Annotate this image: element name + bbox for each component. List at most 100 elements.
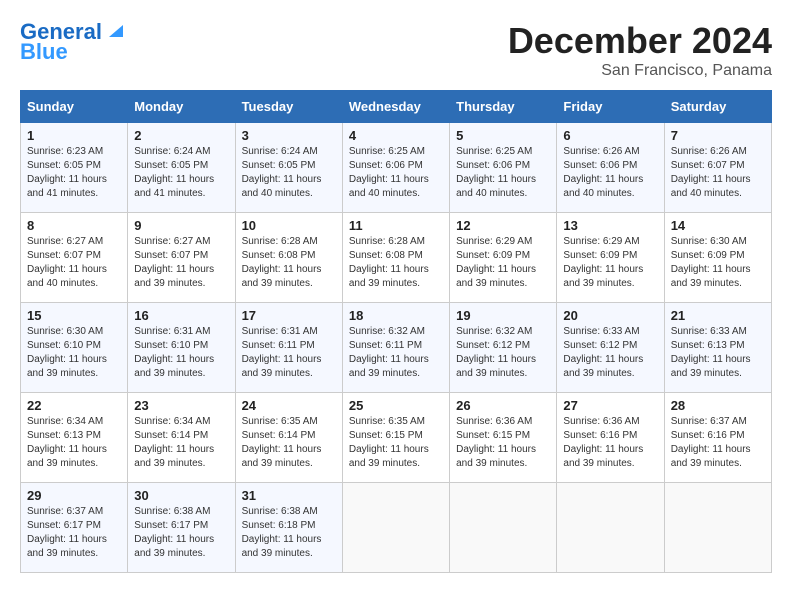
day-info: Sunrise: 6:31 AM Sunset: 6:11 PM Dayligh… bbox=[242, 325, 336, 381]
month-title: December 2024 bbox=[508, 20, 772, 62]
day-cell: 28 Sunrise: 6:37 AM Sunset: 6:16 PM Dayl… bbox=[664, 393, 771, 483]
day-cell bbox=[450, 483, 557, 573]
logo-icon bbox=[105, 19, 127, 41]
day-cell bbox=[557, 483, 664, 573]
day-cell: 26 Sunrise: 6:36 AM Sunset: 6:15 PM Dayl… bbox=[450, 393, 557, 483]
day-number: 8 bbox=[27, 218, 121, 233]
day-info: Sunrise: 6:27 AM Sunset: 6:07 PM Dayligh… bbox=[134, 235, 228, 291]
week-row-3: 15 Sunrise: 6:30 AM Sunset: 6:10 PM Dayl… bbox=[21, 303, 772, 393]
day-cell: 17 Sunrise: 6:31 AM Sunset: 6:11 PM Dayl… bbox=[235, 303, 342, 393]
day-info: Sunrise: 6:29 AM Sunset: 6:09 PM Dayligh… bbox=[563, 235, 657, 291]
day-number: 12 bbox=[456, 218, 550, 233]
day-number: 20 bbox=[563, 308, 657, 323]
day-number: 27 bbox=[563, 398, 657, 413]
day-number: 3 bbox=[242, 128, 336, 143]
location: San Francisco, Panama bbox=[508, 62, 772, 80]
day-number: 6 bbox=[563, 128, 657, 143]
day-number: 25 bbox=[349, 398, 443, 413]
day-cell: 5 Sunrise: 6:25 AM Sunset: 6:06 PM Dayli… bbox=[450, 123, 557, 213]
day-info: Sunrise: 6:24 AM Sunset: 6:05 PM Dayligh… bbox=[242, 145, 336, 201]
day-number: 15 bbox=[27, 308, 121, 323]
day-number: 14 bbox=[671, 218, 765, 233]
day-info: Sunrise: 6:35 AM Sunset: 6:14 PM Dayligh… bbox=[242, 415, 336, 471]
day-cell: 20 Sunrise: 6:33 AM Sunset: 6:12 PM Dayl… bbox=[557, 303, 664, 393]
header-sunday: Sunday bbox=[21, 91, 128, 123]
day-number: 7 bbox=[671, 128, 765, 143]
day-cell: 24 Sunrise: 6:35 AM Sunset: 6:14 PM Dayl… bbox=[235, 393, 342, 483]
day-cell: 6 Sunrise: 6:26 AM Sunset: 6:06 PM Dayli… bbox=[557, 123, 664, 213]
day-info: Sunrise: 6:36 AM Sunset: 6:15 PM Dayligh… bbox=[456, 415, 550, 471]
day-number: 11 bbox=[349, 218, 443, 233]
day-number: 18 bbox=[349, 308, 443, 323]
day-info: Sunrise: 6:32 AM Sunset: 6:12 PM Dayligh… bbox=[456, 325, 550, 381]
logo-text2: Blue bbox=[20, 40, 68, 64]
day-cell: 22 Sunrise: 6:34 AM Sunset: 6:13 PM Dayl… bbox=[21, 393, 128, 483]
day-cell: 25 Sunrise: 6:35 AM Sunset: 6:15 PM Dayl… bbox=[342, 393, 449, 483]
header-thursday: Thursday bbox=[450, 91, 557, 123]
day-number: 29 bbox=[27, 488, 121, 503]
day-info: Sunrise: 6:35 AM Sunset: 6:15 PM Dayligh… bbox=[349, 415, 443, 471]
day-cell: 29 Sunrise: 6:37 AM Sunset: 6:17 PM Dayl… bbox=[21, 483, 128, 573]
day-cell: 18 Sunrise: 6:32 AM Sunset: 6:11 PM Dayl… bbox=[342, 303, 449, 393]
header-saturday: Saturday bbox=[664, 91, 771, 123]
day-number: 19 bbox=[456, 308, 550, 323]
day-info: Sunrise: 6:24 AM Sunset: 6:05 PM Dayligh… bbox=[134, 145, 228, 201]
day-info: Sunrise: 6:29 AM Sunset: 6:09 PM Dayligh… bbox=[456, 235, 550, 291]
day-info: Sunrise: 6:30 AM Sunset: 6:09 PM Dayligh… bbox=[671, 235, 765, 291]
day-number: 9 bbox=[134, 218, 228, 233]
day-info: Sunrise: 6:37 AM Sunset: 6:16 PM Dayligh… bbox=[671, 415, 765, 471]
day-cell: 14 Sunrise: 6:30 AM Sunset: 6:09 PM Dayl… bbox=[664, 213, 771, 303]
title-block: December 2024 San Francisco, Panama bbox=[508, 20, 772, 80]
day-cell: 3 Sunrise: 6:24 AM Sunset: 6:05 PM Dayli… bbox=[235, 123, 342, 213]
header-tuesday: Tuesday bbox=[235, 91, 342, 123]
day-number: 16 bbox=[134, 308, 228, 323]
day-cell: 13 Sunrise: 6:29 AM Sunset: 6:09 PM Dayl… bbox=[557, 213, 664, 303]
day-info: Sunrise: 6:26 AM Sunset: 6:06 PM Dayligh… bbox=[563, 145, 657, 201]
header-wednesday: Wednesday bbox=[342, 91, 449, 123]
day-cell: 7 Sunrise: 6:26 AM Sunset: 6:07 PM Dayli… bbox=[664, 123, 771, 213]
day-number: 1 bbox=[27, 128, 121, 143]
day-number: 21 bbox=[671, 308, 765, 323]
day-cell: 30 Sunrise: 6:38 AM Sunset: 6:17 PM Dayl… bbox=[128, 483, 235, 573]
day-cell: 1 Sunrise: 6:23 AM Sunset: 6:05 PM Dayli… bbox=[21, 123, 128, 213]
day-info: Sunrise: 6:23 AM Sunset: 6:05 PM Dayligh… bbox=[27, 145, 121, 201]
day-cell: 10 Sunrise: 6:28 AM Sunset: 6:08 PM Dayl… bbox=[235, 213, 342, 303]
day-info: Sunrise: 6:37 AM Sunset: 6:17 PM Dayligh… bbox=[27, 505, 121, 561]
day-number: 13 bbox=[563, 218, 657, 233]
day-cell: 15 Sunrise: 6:30 AM Sunset: 6:10 PM Dayl… bbox=[21, 303, 128, 393]
day-cell: 12 Sunrise: 6:29 AM Sunset: 6:09 PM Dayl… bbox=[450, 213, 557, 303]
page-header: General Blue December 2024 San Francisco… bbox=[20, 20, 772, 80]
day-cell: 11 Sunrise: 6:28 AM Sunset: 6:08 PM Dayl… bbox=[342, 213, 449, 303]
week-row-4: 22 Sunrise: 6:34 AM Sunset: 6:13 PM Dayl… bbox=[21, 393, 772, 483]
week-row-5: 29 Sunrise: 6:37 AM Sunset: 6:17 PM Dayl… bbox=[21, 483, 772, 573]
day-number: 30 bbox=[134, 488, 228, 503]
day-info: Sunrise: 6:27 AM Sunset: 6:07 PM Dayligh… bbox=[27, 235, 121, 291]
day-number: 4 bbox=[349, 128, 443, 143]
day-cell: 21 Sunrise: 6:33 AM Sunset: 6:13 PM Dayl… bbox=[664, 303, 771, 393]
day-info: Sunrise: 6:25 AM Sunset: 6:06 PM Dayligh… bbox=[456, 145, 550, 201]
day-info: Sunrise: 6:33 AM Sunset: 6:12 PM Dayligh… bbox=[563, 325, 657, 381]
day-info: Sunrise: 6:31 AM Sunset: 6:10 PM Dayligh… bbox=[134, 325, 228, 381]
day-info: Sunrise: 6:28 AM Sunset: 6:08 PM Dayligh… bbox=[349, 235, 443, 291]
day-cell: 4 Sunrise: 6:25 AM Sunset: 6:06 PM Dayli… bbox=[342, 123, 449, 213]
day-cell: 8 Sunrise: 6:27 AM Sunset: 6:07 PM Dayli… bbox=[21, 213, 128, 303]
day-number: 17 bbox=[242, 308, 336, 323]
day-number: 31 bbox=[242, 488, 336, 503]
day-cell: 23 Sunrise: 6:34 AM Sunset: 6:14 PM Dayl… bbox=[128, 393, 235, 483]
day-info: Sunrise: 6:38 AM Sunset: 6:18 PM Dayligh… bbox=[242, 505, 336, 561]
day-cell bbox=[664, 483, 771, 573]
week-row-1: 1 Sunrise: 6:23 AM Sunset: 6:05 PM Dayli… bbox=[21, 123, 772, 213]
day-cell: 27 Sunrise: 6:36 AM Sunset: 6:16 PM Dayl… bbox=[557, 393, 664, 483]
logo: General Blue bbox=[20, 20, 127, 64]
day-number: 24 bbox=[242, 398, 336, 413]
day-cell: 9 Sunrise: 6:27 AM Sunset: 6:07 PM Dayli… bbox=[128, 213, 235, 303]
day-number: 26 bbox=[456, 398, 550, 413]
day-info: Sunrise: 6:30 AM Sunset: 6:10 PM Dayligh… bbox=[27, 325, 121, 381]
day-info: Sunrise: 6:28 AM Sunset: 6:08 PM Dayligh… bbox=[242, 235, 336, 291]
week-row-2: 8 Sunrise: 6:27 AM Sunset: 6:07 PM Dayli… bbox=[21, 213, 772, 303]
day-info: Sunrise: 6:34 AM Sunset: 6:14 PM Dayligh… bbox=[134, 415, 228, 471]
day-number: 10 bbox=[242, 218, 336, 233]
header-monday: Monday bbox=[128, 91, 235, 123]
calendar-table: SundayMondayTuesdayWednesdayThursdayFrid… bbox=[20, 90, 772, 573]
day-info: Sunrise: 6:34 AM Sunset: 6:13 PM Dayligh… bbox=[27, 415, 121, 471]
